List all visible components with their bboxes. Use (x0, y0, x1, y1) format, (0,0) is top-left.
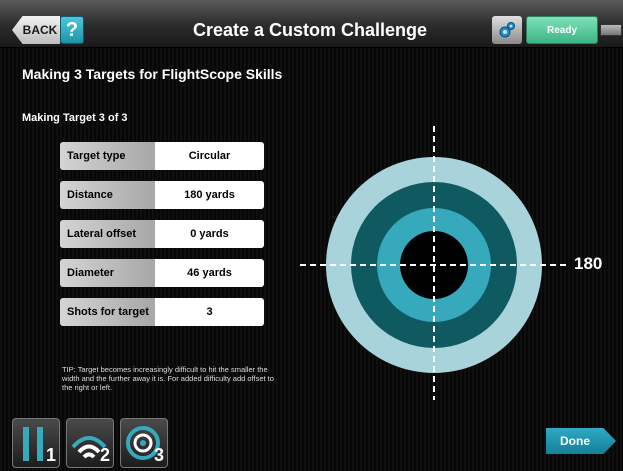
done-button[interactable]: Done (546, 428, 616, 454)
mode-button-2[interactable]: 2 (66, 418, 114, 468)
mode-button-3[interactable]: 3 (120, 418, 168, 468)
done-label: Done (560, 434, 590, 448)
mode-number: 1 (45, 445, 56, 465)
mode-number: 3 (153, 445, 164, 465)
mode-button-1[interactable]: 1 (12, 418, 60, 468)
target-diagram (300, 126, 570, 400)
mode-number: 2 (99, 445, 110, 465)
target-distance-label: 180 (574, 254, 603, 273)
